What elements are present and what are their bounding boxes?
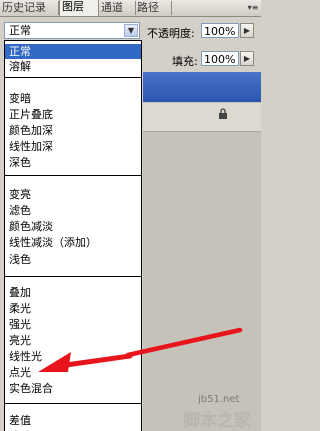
blend-mode-option[interactable]: 浅色 — [5, 252, 141, 267]
menu-separator — [5, 77, 141, 78]
blend-mode-option[interactable]: 滤色 — [5, 203, 141, 218]
menu-separator — [5, 403, 141, 404]
blend-mode-option[interactable]: 溶解 — [5, 59, 141, 74]
blend-mode-option[interactable]: 深色 — [5, 155, 141, 170]
blend-mode-option[interactable]: 颜色减淡 — [5, 219, 141, 234]
blend-mode-option[interactable]: 线性加深 — [5, 139, 141, 154]
fill-input[interactable]: 100% — [201, 51, 239, 66]
blend-mode-option-pin-light[interactable]: 点光 — [5, 365, 141, 380]
blend-mode-option[interactable]: 强光 — [5, 317, 141, 332]
chevron-down-icon[interactable]: ▼ — [124, 24, 138, 37]
tab-history[interactable]: 历史记录 — [0, 1, 59, 15]
panel-menu-icon[interactable]: ▾≡ — [246, 1, 260, 14]
opacity-slider-button[interactable]: ▶ — [240, 23, 254, 38]
watermark-logo: 脚本之家 — [183, 411, 251, 431]
opacity-input[interactable]: 100% — [201, 23, 239, 38]
opacity-label: 不透明度: — [147, 27, 195, 40]
blend-mode-value: 正常 — [9, 24, 31, 37]
blend-mode-option[interactable]: 柔光 — [5, 301, 141, 316]
blend-mode-option[interactable]: 变暗 — [5, 91, 141, 106]
blend-mode-option[interactable]: 差值 — [5, 413, 141, 428]
blend-mode-option[interactable]: 线性光 — [5, 349, 141, 364]
blend-mode-option[interactable]: 叠加 — [5, 285, 141, 300]
menu-separator — [5, 175, 141, 176]
blend-mode-option[interactable]: 线性减淡（添加） — [5, 235, 141, 250]
watermark-url: jb51.net — [198, 394, 240, 405]
fill-slider-button[interactable]: ▶ — [240, 51, 254, 66]
blend-mode-option[interactable]: 实色混合 — [5, 381, 141, 396]
menu-separator — [5, 276, 141, 277]
fill-label: 填充: — [172, 55, 198, 68]
tab-layers[interactable]: 图层 — [59, 0, 99, 16]
blend-mode-select[interactable]: 正常 ▼ — [4, 22, 140, 39]
layer-row[interactable] — [143, 103, 261, 132]
tab-paths[interactable]: 路径 — [135, 1, 172, 15]
lock-icon — [219, 108, 227, 119]
blend-mode-option[interactable]: 颜色加深 — [5, 123, 141, 138]
blend-mode-option-normal[interactable]: 正常 — [5, 44, 141, 59]
layer-row-selected[interactable] — [143, 72, 261, 102]
tab-channels[interactable]: 通道 — [99, 1, 136, 15]
blend-mode-option[interactable]: 变亮 — [5, 187, 141, 202]
blend-mode-dropdown: 正常 溶解 变暗 正片叠底 颜色加深 线性加深 深色 变亮 滤色 颜色减淡 线性… — [4, 40, 142, 431]
blend-mode-option[interactable]: 正片叠底 — [5, 107, 141, 122]
blend-mode-option[interactable]: 亮光 — [5, 333, 141, 348]
